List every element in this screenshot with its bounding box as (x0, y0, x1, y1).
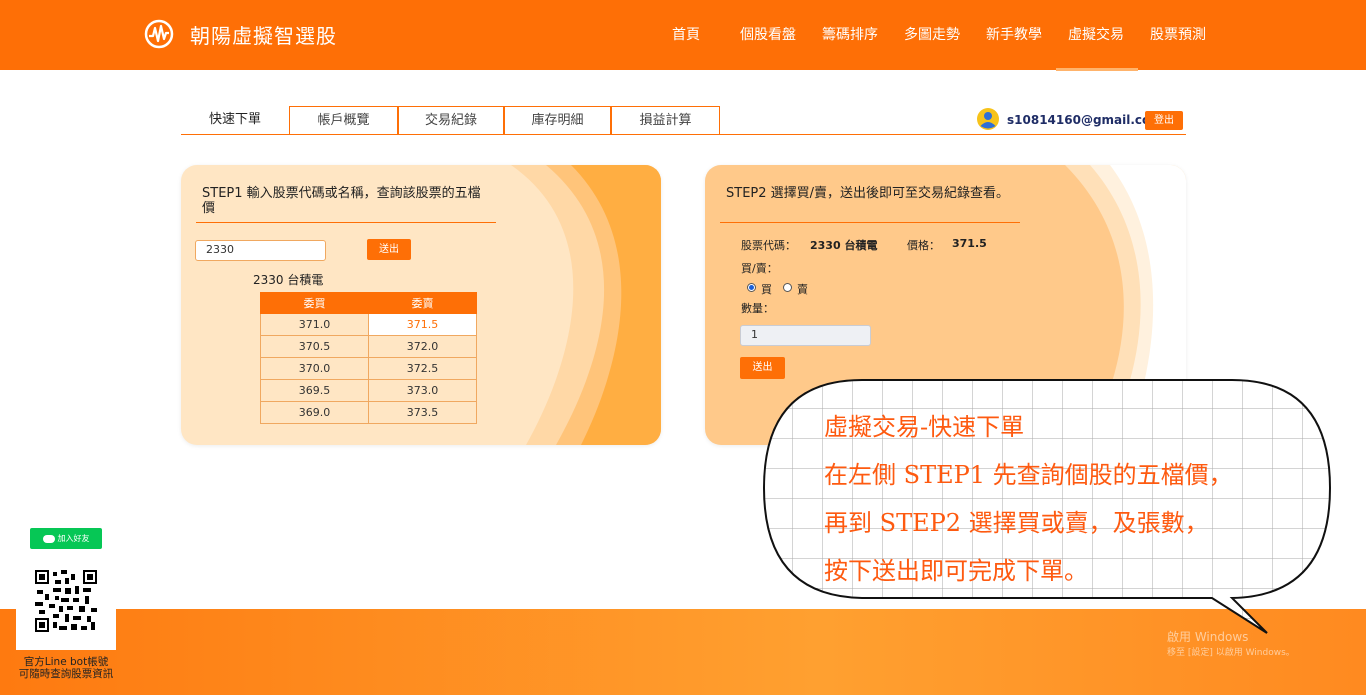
stock-code-value: 2330 台積電 (810, 239, 878, 252)
step2-title: STEP2 選擇買/賣，送出後即可至交易紀錄查看。 (726, 186, 1010, 201)
line-add-friend-button[interactable]: 加入好友 (30, 528, 102, 549)
qr-code-icon (35, 570, 97, 632)
ask-price[interactable]: 372.5 (368, 357, 477, 380)
step1-card: STEP1 輸入股票代碼或名稱，查詢該股票的五檔價 2330 送出 2330 台… (181, 165, 661, 445)
bubble-line: 再到 STEP2 選擇買或賣，及張數， (824, 509, 1209, 537)
nav-home[interactable]: 首頁 (672, 24, 700, 44)
price-value: 371.5 (952, 237, 987, 250)
table-row: 369.5 373.0 (260, 379, 477, 402)
bubble-line: 在左側 STEP1 先查詢個股的五檔價， (824, 461, 1233, 489)
line-add-friend-label: 加入好友 (57, 534, 90, 543)
ask-price[interactable]: 373.5 (368, 401, 477, 424)
tab-profit-calc[interactable]: 損益計算 (611, 106, 720, 135)
tab-inventory[interactable]: 庫存明細 (504, 106, 611, 135)
table-row: 371.0 371.5 (260, 313, 477, 336)
brand-name[interactable]: 朝陽虛擬智選股 (190, 20, 337, 49)
nav-chip-ranking[interactable]: 籌碼排序 (822, 24, 878, 44)
bid-price[interactable]: 370.5 (260, 335, 369, 358)
table-row: 369.0 373.5 (260, 401, 477, 424)
sell-radio[interactable] (783, 283, 792, 292)
logout-button[interactable]: 登出 (1145, 111, 1183, 130)
bubble-line: 虛擬交易-快速下單 (824, 413, 1025, 441)
quantity-input[interactable]: 1 (740, 325, 871, 346)
watermark-line2: 移至 [設定] 以啟用 Windows。 (1167, 648, 1295, 658)
table-row: 370.5 372.0 (260, 335, 477, 358)
nav-multi-chart[interactable]: 多圖走勢 (904, 24, 960, 44)
user-email: s10814160@gmail.com (1007, 113, 1163, 127)
side-label: 買/賣： (741, 262, 778, 275)
line-bot-caption-2: 可隨時查詢股票資訊 (18, 668, 114, 680)
bid-price[interactable]: 371.0 (260, 313, 369, 336)
table-row: 370.0 372.5 (260, 357, 477, 380)
ask-header: 委賣 (368, 292, 477, 314)
quantity-label: 數量： (741, 302, 774, 315)
top-navbar: 朝陽虛擬智選股 首頁 個股看盤 籌碼排序 多圖走勢 新手教學 虛擬交易 股票預測 (0, 0, 1366, 71)
nav-virtual-trade[interactable]: 虛擬交易 (1068, 24, 1124, 44)
bubble-line: 按下送出即可完成下單。 (824, 557, 1088, 585)
stock-name: 2330 台積電 (253, 273, 324, 287)
ask-price[interactable]: 371.5 (368, 313, 477, 336)
stock-code-label: 股票代碼： (741, 239, 796, 252)
bid-price[interactable]: 369.5 (260, 379, 369, 402)
price-label: 價格： (907, 239, 940, 252)
nav-active-indicator (1056, 68, 1138, 71)
line-icon (42, 534, 55, 543)
step2-divider (720, 222, 1020, 223)
bid-price[interactable]: 370.0 (260, 357, 369, 380)
five-level-quote-table: 委買 委賣 371.0 371.5 370.5 372.0 370.0 372.… (260, 292, 477, 424)
user-avatar-icon (977, 108, 999, 130)
buy-label[interactable]: 買 (761, 281, 772, 297)
bid-header: 委買 (260, 292, 369, 314)
bubble-text: 虛擬交易-快速下單 在左側 STEP1 先查詢個股的五檔價， 再到 STEP2 … (824, 403, 1294, 595)
step1-divider (196, 222, 496, 223)
tab-divider (181, 134, 1186, 135)
nav-stock-prediction[interactable]: 股票預測 (1150, 24, 1206, 44)
step2-submit-button[interactable]: 送出 (740, 357, 785, 379)
ask-price[interactable]: 373.0 (368, 379, 477, 402)
line-bot-caption-1: 官方Line bot帳號 (23, 656, 109, 668)
sell-label[interactable]: 賣 (797, 281, 808, 297)
tab-account-overview[interactable]: 帳戶概覽 (289, 106, 398, 135)
tab-quick-order[interactable]: 快速下單 (181, 106, 289, 135)
nav-stock-view[interactable]: 個股看盤 (740, 24, 796, 44)
step1-submit-button[interactable]: 送出 (367, 239, 411, 260)
buy-radio[interactable] (747, 283, 756, 292)
logo-icon[interactable] (144, 19, 174, 49)
line-bot-caption: 官方Line bot帳號 可隨時查詢股票資訊 (0, 656, 132, 680)
nav-beginner-guide[interactable]: 新手教學 (986, 24, 1042, 44)
stock-search-input[interactable]: 2330 (195, 240, 326, 261)
step1-title: STEP1 輸入股票代碼或名稱，查詢該股票的五檔價 (202, 186, 481, 216)
bid-price[interactable]: 369.0 (260, 401, 369, 424)
tab-trade-records[interactable]: 交易紀錄 (398, 106, 504, 135)
ask-price[interactable]: 372.0 (368, 335, 477, 358)
